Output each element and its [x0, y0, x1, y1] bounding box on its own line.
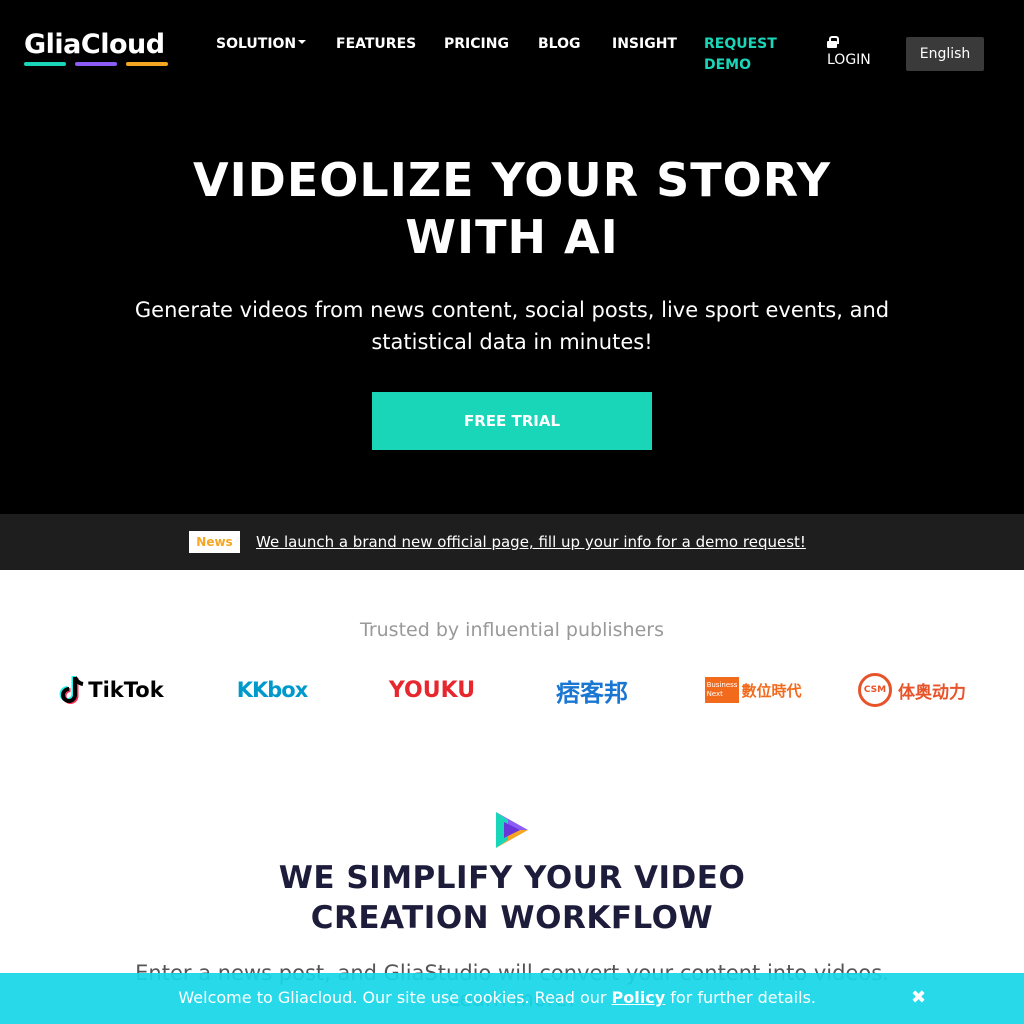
business-next-wordmark: 數位時代: [741, 681, 802, 700]
cookie-policy-link[interactable]: Policy: [612, 988, 666, 1007]
logo-bar-purple: [75, 62, 117, 66]
free-trial-button[interactable]: FREE TRIAL: [372, 392, 652, 450]
nav-pricing[interactable]: PRICING: [444, 34, 509, 55]
language-selector[interactable]: English: [906, 37, 984, 71]
business-next-badge: Business Next: [704, 677, 740, 703]
workflow-title-line1: WE SIMPLIFY YOUR VIDEO: [278, 860, 746, 896]
youku-logo: YOUKU: [382, 670, 482, 710]
logo-bar-teal: [24, 62, 66, 66]
top-navbar: GliaCloud SOLUTION FEATURES PRICING BLOG…: [0, 0, 1024, 98]
business-next-logo: Business Next 數位時代: [704, 670, 801, 710]
pixnet-logo: 痞客邦: [548, 670, 636, 710]
hero-title-line1: VIDEOLIZE YOUR STORY: [192, 153, 832, 207]
tiktok-wordmark: TikTok: [88, 678, 164, 702]
tiktok-logo: TikTok: [56, 670, 166, 710]
cookie-text-before: Welcome to Gliacloud. Our site use cooki…: [178, 988, 612, 1007]
kkbox-logo: KKbox: [230, 670, 314, 710]
hero-title-line2: WITH AI: [405, 210, 619, 264]
nav-insight[interactable]: INSIGHT: [612, 34, 677, 55]
hero-subtitle: Generate videos from news content, socia…: [134, 298, 890, 354]
kkbox-wordmark: KKbox: [236, 678, 309, 702]
close-icon[interactable]: ✖: [911, 987, 926, 1009]
tiktok-note-icon: [59, 676, 84, 704]
workflow-title: WE SIMPLIFY YOUR VIDEO CREATION WORKFLOW: [0, 858, 1024, 938]
gliastudio-play-icon: [496, 812, 528, 848]
nav-solution[interactable]: SOLUTION: [216, 34, 307, 55]
nav-request-demo[interactable]: REQUEST DEMO: [704, 34, 777, 76]
pixnet-wordmark: 痞客邦: [556, 678, 628, 707]
trusted-heading: Trusted by influential publishers: [360, 619, 664, 641]
cookie-banner: Welcome to Gliacloud. Our site use cooki…: [0, 973, 1024, 1024]
hero-section: VIDEOLIZE YOUR STORY WITH AI Generate vi…: [0, 98, 1024, 514]
nav-solution-label: SOLUTION: [216, 36, 297, 52]
workflow-title-line2: CREATION WORKFLOW: [310, 900, 714, 936]
nav-blog[interactable]: BLOG: [538, 34, 581, 55]
hero-title: VIDEOLIZE YOUR STORY WITH AI: [0, 152, 1024, 266]
gliacloud-logo[interactable]: GliaCloud: [24, 30, 170, 68]
csm-circle-icon: CSM: [858, 673, 892, 707]
news-bar: News We launch a brand new official page…: [0, 514, 1024, 570]
logo-bar-orange: [126, 62, 168, 66]
nav-features[interactable]: FEATURES: [336, 34, 416, 55]
login-label: LOGIN: [827, 52, 871, 68]
youku-wordmark: YOUKU: [388, 677, 476, 703]
news-link[interactable]: We launch a brand new official page, fil…: [256, 531, 806, 553]
login-link[interactable]: LOGIN: [827, 36, 871, 70]
csm-wordmark: 体奥动力: [898, 682, 966, 703]
csm-logo: CSM 体奥动力: [852, 670, 972, 710]
caret-down-icon: [298, 40, 307, 44]
lock-icon: [827, 36, 839, 48]
news-badge: News: [189, 531, 240, 553]
cookie-message: Welcome to Gliacloud. Our site use cooki…: [0, 987, 816, 1009]
logo-text: GliaCloud: [24, 29, 165, 60]
cookie-text-after: for further details.: [665, 988, 816, 1007]
